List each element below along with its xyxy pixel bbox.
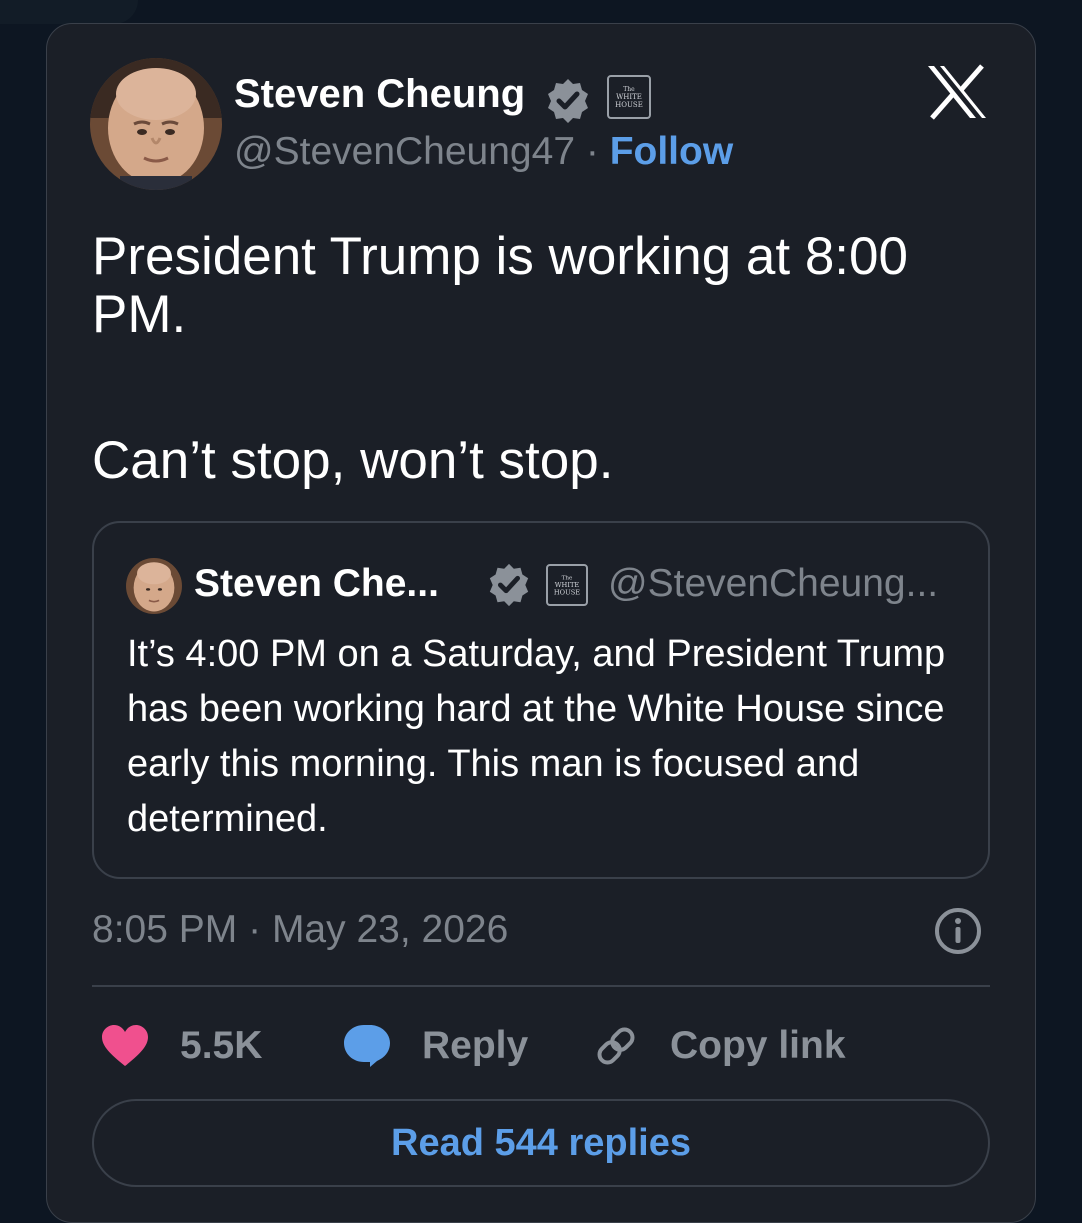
- copy-link-label: Copy link: [670, 1024, 846, 1067]
- quoted-white-house-badge: The WHITE HOUSE: [546, 564, 588, 606]
- quoted-verified-badge-icon: [486, 562, 532, 608]
- copy-link-button[interactable]: Copy link: [592, 1018, 846, 1074]
- quoted-tweet-text: It’s 4:00 PM on a Saturday, and Presiden…: [127, 633, 946, 840]
- follow-button[interactable]: Follow: [610, 130, 733, 173]
- tweet-paragraph: Can’t stop, won’t stop.: [92, 431, 614, 490]
- tweet-paragraph: President Trump is working at 8:00 PM.: [92, 227, 908, 344]
- white-house-affiliation-badge[interactable]: The WHITE HOUSE: [607, 75, 651, 119]
- quoted-author-avatar: [126, 558, 182, 614]
- badge-text-1: The: [623, 86, 635, 93]
- info-icon[interactable]: [933, 906, 983, 956]
- author-name[interactable]: Steven Cheung: [234, 72, 525, 117]
- read-replies-button[interactable]: Read 544 replies: [92, 1099, 990, 1187]
- reply-button[interactable]: Reply: [342, 1018, 528, 1074]
- like-button[interactable]: 5.5K: [100, 1018, 262, 1074]
- handle-row: @StevenCheung47 · Follow: [234, 130, 733, 174]
- verified-badge-icon: [544, 77, 592, 125]
- handle-separator: ·: [585, 130, 599, 173]
- link-icon: [592, 1022, 640, 1070]
- tweet-timestamp[interactable]: 8:05 PM · May 23, 2026: [92, 908, 508, 952]
- tweet-time: 8:05 PM: [92, 908, 238, 951]
- divider: [92, 985, 990, 987]
- x-logo-icon[interactable]: [926, 64, 988, 120]
- tweet-date: May 23, 2026: [271, 908, 509, 951]
- quoted-author-name: Steven Che...: [194, 562, 439, 605]
- quoted-author-handle: @StevenCheung...: [608, 562, 939, 605]
- background-tab: [0, 0, 138, 24]
- quoted-badge-text-3: HOUSE: [554, 589, 580, 597]
- tweet-body: President Trump is working at 8:00 PM. C…: [92, 228, 982, 490]
- speech-bubble-icon: [342, 1023, 392, 1069]
- heart-icon: [100, 1024, 150, 1068]
- read-replies-label: Read 544 replies: [391, 1121, 691, 1164]
- author-handle[interactable]: @StevenCheung47: [234, 130, 575, 173]
- timestamp-separator: ·: [248, 908, 262, 951]
- reply-label: Reply: [422, 1024, 529, 1067]
- badge-text-3: HOUSE: [615, 101, 643, 109]
- author-avatar[interactable]: [90, 58, 222, 190]
- like-count: 5.5K: [180, 1024, 263, 1067]
- badge-text-2: WHITE: [616, 93, 642, 101]
